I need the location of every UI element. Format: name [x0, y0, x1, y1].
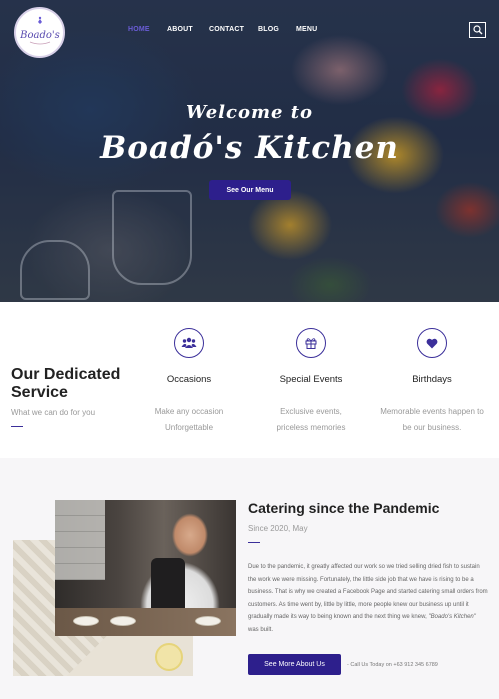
- see-more-about-us-button[interactable]: See More About Us: [248, 654, 341, 675]
- divider: [248, 542, 260, 543]
- group-icon: [174, 328, 204, 358]
- service-special-events: Special Events Exclusive events, pricele…: [251, 328, 371, 435]
- service-occasions: Occasions Make any occasion Unforgettabl…: [129, 328, 249, 435]
- services-title: Our Dedicated Service: [11, 366, 121, 401]
- nav-menu[interactable]: MENU: [296, 26, 317, 33]
- service-description: Exclusive events, priceless memories: [276, 407, 346, 432]
- hero-title: Boadó's Kitchen: [100, 130, 399, 166]
- see-our-menu-button[interactable]: See Our Menu: [209, 180, 291, 200]
- plate: [195, 616, 221, 626]
- service-name: Special Events: [279, 374, 343, 385]
- service-birthdays: Birthdays Memorable events happen to be …: [372, 328, 492, 435]
- main-nav: HOME ABOUT CONTACT BLOG MENU: [0, 26, 499, 38]
- catering-since: Since 2020, May: [248, 524, 308, 533]
- service-description: Make any occasion Unforgettable: [154, 407, 224, 432]
- gift-icon: [296, 328, 326, 358]
- service-description: Memorable events happen to be our busine…: [380, 407, 484, 432]
- services-subtitle: What we can do for you: [11, 408, 96, 417]
- catering-section: Catering since the Pandemic Since 2020, …: [0, 458, 499, 699]
- plate: [110, 616, 136, 626]
- nav-home[interactable]: HOME: [128, 26, 150, 33]
- hero-welcome: Welcome to: [185, 102, 314, 123]
- chef-photo: [55, 500, 236, 636]
- nav-contact[interactable]: CONTACT: [209, 26, 244, 33]
- heart-icon: [417, 328, 447, 358]
- nav-blog[interactable]: BLOG: [258, 26, 279, 33]
- call-us-text: - Call Us Today on +63 912 345 6789: [347, 662, 438, 668]
- plate: [73, 616, 99, 626]
- search-icon: [472, 25, 482, 35]
- lemon-image: [155, 643, 183, 671]
- catering-body: Due to the pandemic, it greatly affected…: [248, 564, 488, 633]
- kitchen-tiles: [55, 500, 105, 580]
- service-name: Occasions: [166, 374, 212, 385]
- divider: [11, 426, 23, 427]
- service-name: Birthdays: [412, 374, 452, 385]
- hero-banner: Boado's HOME ABOUT CONTACT BLOG MENU Wel…: [0, 0, 499, 302]
- nav-about[interactable]: ABOUT: [167, 26, 193, 33]
- wine-glass-image: [112, 190, 192, 285]
- search-button[interactable]: [469, 22, 486, 38]
- services-section: Our Dedicated Service What we can do for…: [0, 302, 499, 458]
- wine-glass-image: [20, 240, 90, 300]
- catering-title: Catering since the Pandemic: [248, 500, 440, 516]
